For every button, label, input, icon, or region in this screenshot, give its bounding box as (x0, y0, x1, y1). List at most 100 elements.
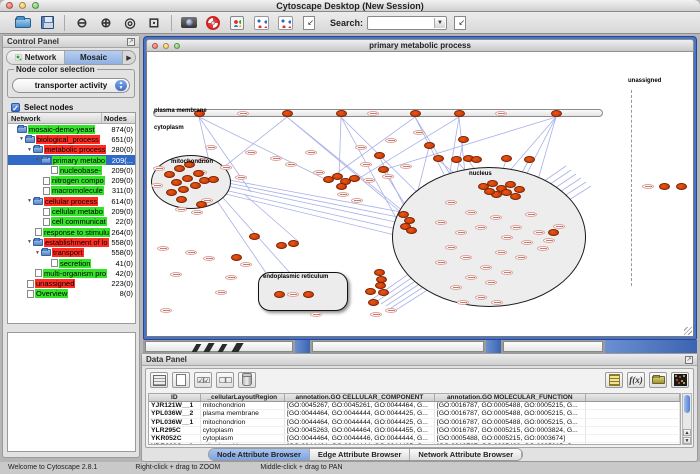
tree-column-network[interactable]: Network (8, 113, 102, 123)
tree-row[interactable]: ▼biological_process651(0) (8, 134, 135, 144)
tree-row[interactable]: multi-organism pro42(0) (8, 268, 135, 278)
gene-label[interactable] (235, 175, 247, 180)
gene-label[interactable] (225, 275, 237, 280)
attribute-table-icon[interactable] (150, 372, 168, 388)
matrix-view-icon[interactable] (671, 372, 689, 388)
edge[interactable] (209, 190, 399, 236)
gene-node[interactable] (524, 156, 535, 163)
background-window[interactable] (312, 341, 484, 352)
help-icon[interactable] (204, 15, 222, 31)
search-options-icon[interactable] (451, 15, 469, 31)
tree-row[interactable]: macromolecule311(0) (8, 186, 135, 196)
gene-node[interactable] (190, 182, 201, 189)
gene-node[interactable] (174, 165, 185, 172)
expand-arrow-icon[interactable]: ▼ (26, 147, 33, 153)
gene-label[interactable] (495, 111, 507, 116)
search-dropdown-icon[interactable]: ▼ (434, 18, 445, 28)
gene-label[interactable] (495, 250, 507, 255)
column-header[interactable] (586, 394, 680, 401)
gene-label[interactable] (485, 280, 497, 285)
gene-label[interactable] (460, 255, 472, 260)
tab-overflow-icon[interactable]: ▶ (123, 54, 135, 62)
table-row[interactable]: YPL036W__2plasma membrane[GO:0044464, GO… (149, 410, 680, 418)
function-builder-icon[interactable]: f(x) (627, 372, 645, 388)
zoom-fit-icon[interactable]: ⊡ (145, 15, 163, 31)
gene-node[interactable] (551, 110, 562, 117)
gene-label[interactable] (501, 235, 513, 240)
gene-label[interactable] (385, 138, 397, 143)
gene-label[interactable] (363, 178, 375, 183)
gene-label[interactable] (285, 162, 297, 167)
notes-icon[interactable] (605, 372, 623, 388)
resize-grip[interactable] (684, 327, 692, 335)
gene-label[interactable] (445, 245, 457, 250)
gene-label[interactable] (245, 150, 257, 155)
scroll-down-icon[interactable]: ▼ (683, 437, 691, 444)
expand-arrow-icon[interactable]: ▼ (26, 239, 33, 245)
gene-label[interactable] (370, 312, 382, 317)
tree-row[interactable]: ▼transport558(0) (8, 248, 135, 258)
node-color-dropdown[interactable]: transporter activity ▲▼ (12, 78, 130, 93)
gene-label[interactable] (543, 238, 555, 243)
tree-header[interactable]: Network Nodes (8, 113, 135, 124)
gene-label[interactable] (521, 240, 533, 245)
gene-label[interactable] (205, 145, 217, 150)
gene-node[interactable] (336, 183, 347, 190)
tree-row[interactable]: ▼cellular process614(0) (8, 196, 135, 206)
gene-label[interactable] (465, 275, 477, 280)
background-window-edge[interactable] (605, 340, 697, 353)
gene-label[interactable] (533, 230, 545, 235)
new-attribute-icon[interactable] (172, 372, 190, 388)
table-row[interactable]: YJR121W__1mitochondrion[GO:0045267, GO:0… (149, 402, 680, 410)
gene-label[interactable] (203, 256, 215, 261)
background-window-edge[interactable] (486, 340, 501, 353)
column-header[interactable]: ID (149, 394, 201, 401)
gene-node[interactable] (303, 291, 314, 298)
gene-node[interactable] (166, 189, 177, 196)
gene-label[interactable] (215, 290, 227, 295)
table-scrollbar[interactable]: ▲ ▼ (682, 393, 692, 445)
gene-label[interactable] (270, 156, 282, 161)
scroll-up-icon[interactable]: ▲ (683, 429, 691, 436)
gene-label[interactable] (151, 183, 163, 188)
gene-label[interactable] (185, 250, 197, 255)
gene-node[interactable] (231, 254, 242, 261)
gene-label[interactable] (465, 210, 477, 215)
gene-label[interactable] (175, 207, 187, 212)
edge[interactable] (213, 180, 403, 218)
tree-row[interactable]: mosaic-demo-yeast874(0) (8, 124, 135, 134)
gene-label[interactable] (413, 130, 425, 135)
table-row[interactable]: YDR039C__1mitochondrion[GO:0044464, GO:0… (149, 443, 680, 445)
gene-node[interactable] (676, 183, 687, 190)
gene-node[interactable] (451, 156, 462, 163)
tree-row[interactable]: ▼establishment of lo558(0) (8, 237, 135, 247)
edge[interactable] (211, 187, 401, 230)
gene-label[interactable] (435, 220, 447, 225)
tab-network[interactable]: Network (7, 51, 65, 64)
gene-node[interactable] (510, 193, 521, 200)
gene-node[interactable] (424, 142, 435, 149)
column-header[interactable]: annotation.GO CELLULAR_COMPONENT (285, 394, 435, 401)
tab-mosaic[interactable]: Mosaic (65, 51, 123, 64)
gene-label[interactable] (475, 295, 487, 300)
gene-label[interactable] (160, 308, 172, 313)
tree-row[interactable]: cell communicat22(0) (8, 217, 135, 227)
expand-arrow-icon[interactable]: ▼ (26, 198, 33, 204)
tree-row[interactable]: ▼metabolic process280(0) (8, 145, 135, 155)
tree-row[interactable]: nucleobase-209(0) (8, 165, 135, 175)
zoom-out-icon[interactable]: ⊖ (73, 15, 91, 31)
gene-label[interactable] (450, 285, 462, 290)
table-row[interactable]: YPL036W__1mitochondrion[GO:0044464, GO:0… (149, 419, 680, 427)
gene-node[interactable] (454, 110, 465, 117)
gene-node[interactable] (410, 110, 421, 117)
column-header[interactable]: annotation.GO MOLECULAR_FUNCTION (435, 394, 586, 401)
gene-node[interactable] (208, 176, 219, 183)
gene-label[interactable] (480, 265, 492, 270)
save-icon[interactable] (38, 15, 56, 31)
gene-node[interactable] (368, 299, 379, 306)
gene-node[interactable] (276, 242, 287, 249)
gene-label[interactable] (491, 300, 503, 305)
tree-row[interactable]: secretion41(0) (8, 258, 135, 268)
gene-node[interactable] (182, 175, 193, 182)
gene-node[interactable] (378, 289, 389, 296)
